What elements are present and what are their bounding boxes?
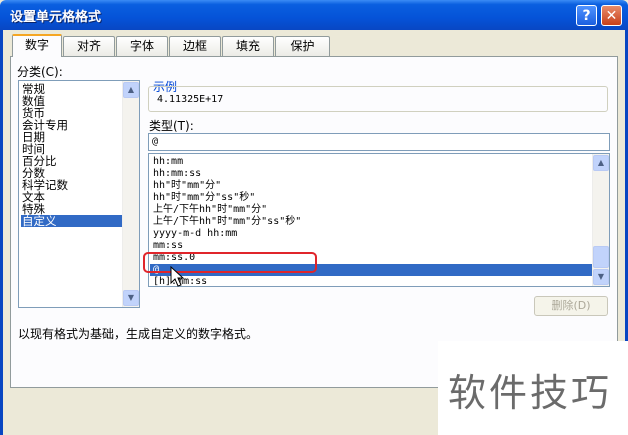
list-item[interactable]: mm:ss bbox=[150, 240, 594, 252]
scroll-down-button[interactable]: ▼ bbox=[593, 269, 609, 285]
help-button[interactable]: ? bbox=[576, 5, 597, 26]
tab-label: 字体 bbox=[129, 39, 154, 53]
scroll-down-button[interactable]: ▼ bbox=[123, 290, 139, 306]
scroll-thumb[interactable] bbox=[593, 246, 609, 268]
sample-group: 4.11325E+17 bbox=[148, 86, 608, 112]
tab-border[interactable]: 边框 bbox=[169, 36, 221, 56]
scroll-up-button[interactable]: ▲ bbox=[593, 155, 609, 171]
mouse-pointer-icon bbox=[170, 266, 184, 287]
chevron-up-icon: ▲ bbox=[597, 158, 605, 167]
list-item[interactable]: hh:mm bbox=[150, 156, 594, 168]
tab-label: 填充 bbox=[235, 39, 260, 53]
list-item[interactable]: [h]:mm:ss bbox=[150, 276, 594, 286]
list-item[interactable]: hh"时"mm"分"ss"秒" bbox=[150, 192, 594, 204]
type-label: 类型(T): bbox=[149, 119, 194, 133]
window-title: 设置单元格格式 bbox=[10, 10, 102, 25]
tab-alignment[interactable]: 对齐 bbox=[63, 36, 115, 56]
list-item[interactable]: yyyy-m-d hh:mm bbox=[150, 228, 594, 240]
list-item[interactable]: 上午/下午hh"时"mm"分" bbox=[150, 204, 594, 216]
tab-number[interactable]: 数字 bbox=[12, 34, 62, 57]
tab-label: 数字 bbox=[24, 38, 49, 52]
description-text: 以现有格式为基础，生成自定义的数字格式。 bbox=[18, 327, 259, 341]
tab-font[interactable]: 字体 bbox=[116, 36, 168, 56]
tab-fill[interactable]: 填充 bbox=[222, 36, 274, 56]
type-input[interactable]: @ bbox=[148, 133, 610, 151]
tab-label: 保护 bbox=[290, 39, 315, 53]
category-list[interactable]: 常规 数值 货币 会计专用 日期 时间 百分比 分数 科学记数 文本 特殊 自定… bbox=[18, 80, 140, 308]
format-scrollbar[interactable]: ▲ ▼ bbox=[592, 154, 609, 286]
chevron-down-icon: ▼ bbox=[127, 293, 135, 302]
tab-label: 对齐 bbox=[76, 39, 101, 53]
chevron-up-icon: ▲ bbox=[127, 85, 135, 94]
watermark-text: 软件技巧 bbox=[448, 371, 613, 415]
chevron-down-icon: ▼ bbox=[597, 272, 605, 281]
question-icon: ? bbox=[582, 8, 591, 24]
list-item[interactable]: hh:mm:ss bbox=[150, 168, 594, 180]
tab-label: 边框 bbox=[182, 39, 207, 53]
title-bar: 设置单元格格式 ? ✕ bbox=[0, 0, 628, 30]
delete-button[interactable]: 删除(D) bbox=[534, 296, 608, 316]
scroll-up-button[interactable]: ▲ bbox=[123, 82, 139, 98]
category-label: 分类(C): bbox=[17, 65, 63, 79]
sample-value: 4.11325E+17 bbox=[157, 94, 224, 105]
tab-protection[interactable]: 保护 bbox=[275, 36, 330, 56]
category-scrollbar[interactable]: ▲ ▼ bbox=[122, 81, 139, 307]
list-item[interactable]: 上午/下午hh"时"mm"分"ss"秒" bbox=[150, 216, 594, 228]
close-button[interactable]: ✕ bbox=[601, 5, 622, 26]
close-icon: ✕ bbox=[605, 8, 618, 24]
list-item[interactable]: hh"时"mm"分" bbox=[150, 180, 594, 192]
list-item-selected[interactable]: 自定义 bbox=[21, 215, 122, 227]
